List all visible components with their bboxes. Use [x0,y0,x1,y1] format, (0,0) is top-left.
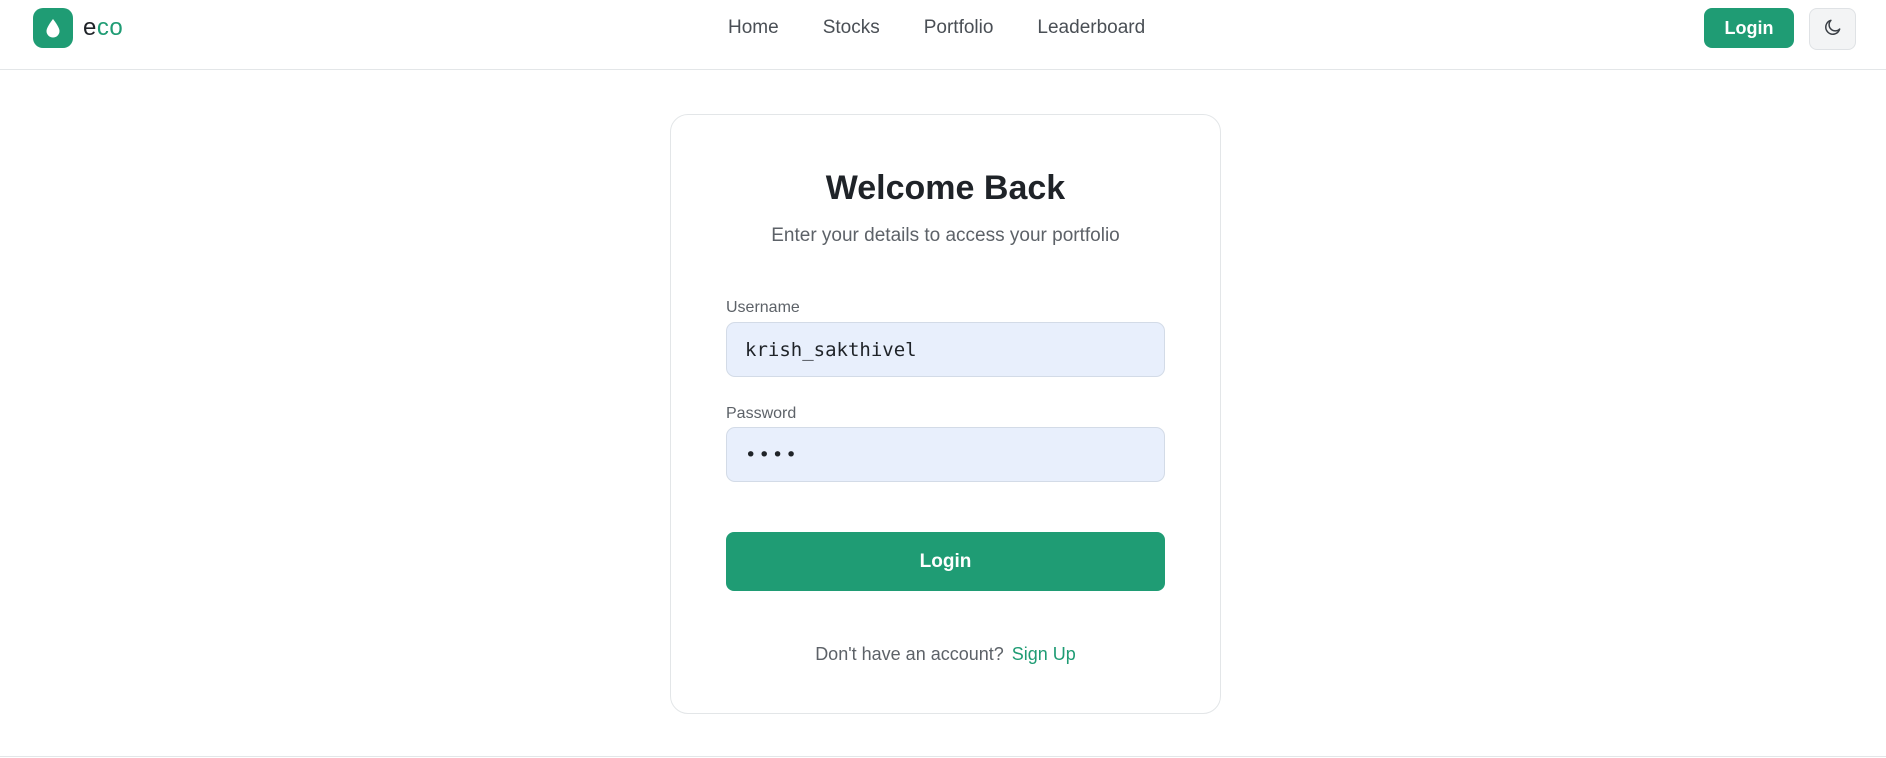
username-label: Username [726,299,800,316]
login-subtitle: Enter your details to access your portfo… [771,225,1120,246]
brand-name-part2: co [96,14,124,41]
password-input[interactable] [726,427,1165,482]
theme-toggle-button[interactable] [1809,8,1856,50]
login-title: Welcome Back [825,169,1066,207]
brand[interactable]: eco [33,8,123,48]
nav-item-portfolio[interactable]: Portfolio [924,14,994,42]
top-navbar: eco Home Stocks Portfolio Leaderboard Lo… [0,0,1886,70]
main-nav: Home Stocks Portfolio Leaderboard [728,14,1145,42]
header-login-button[interactable]: Login [1704,8,1794,48]
login-submit-button[interactable]: Login [726,532,1165,591]
username-input[interactable] [726,322,1165,377]
brand-name-part1: e [83,14,97,41]
nav-item-home[interactable]: Home [728,14,779,42]
password-label: Password [726,405,797,422]
nav-item-stocks[interactable]: Stocks [823,14,880,42]
moon-icon [1823,17,1843,42]
signup-prompt: Don't have an account? [815,644,1004,664]
signup-row: Don't have an account? Sign Up [671,644,1220,665]
brand-name: eco [83,14,123,42]
bottom-divider [0,756,1886,757]
nav-item-leaderboard[interactable]: Leaderboard [1037,14,1145,42]
drop-icon [33,8,73,48]
signup-link[interactable]: Sign Up [1012,644,1076,664]
login-card: Welcome Back Enter your details to acces… [670,114,1221,714]
